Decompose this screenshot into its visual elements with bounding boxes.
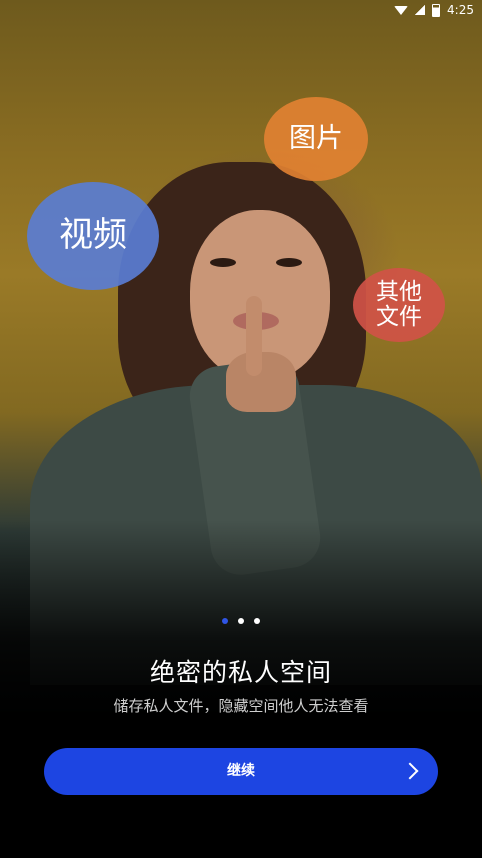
page-subtitle: 储存私人文件，隐藏空间他人无法查看: [113, 697, 369, 715]
bottom-fade: [0, 520, 482, 858]
page-title: 绝密的私人空间: [149, 658, 332, 687]
bubble-video-label: 视频: [59, 215, 127, 256]
continue-button-label: 继续: [227, 763, 255, 779]
bubble-video: 视频: [27, 182, 159, 290]
photo-eye-left: [210, 258, 236, 267]
signal-icon: [415, 5, 426, 15]
bubble-image: 图片: [264, 97, 368, 181]
battery-icon: [432, 3, 441, 17]
bubble-image-label: 图片: [289, 123, 343, 155]
status-time: 4:25: [447, 3, 474, 17]
page-dot-2: [238, 618, 244, 624]
bubble-other-label: 其他 文件: [376, 278, 422, 330]
photo-finger: [246, 296, 262, 376]
page-dot-1: [222, 618, 228, 624]
continue-button[interactable]: 继续: [44, 748, 438, 795]
wifi-icon: [394, 5, 409, 15]
bubble-other-files: 其他 文件: [353, 268, 445, 342]
photo-eye-right: [276, 258, 302, 267]
status-icons: 4:25: [394, 3, 474, 17]
page-indicator: [222, 618, 260, 624]
page-dot-3: [254, 618, 260, 624]
status-bar: 4:25: [0, 0, 482, 22]
